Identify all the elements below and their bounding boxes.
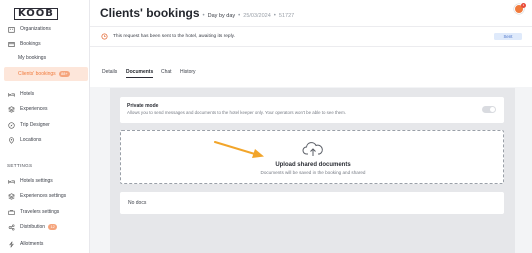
tab-history[interactable]: History bbox=[180, 69, 196, 78]
private-mode-card: Private mode Allows you to send messages… bbox=[120, 97, 504, 123]
layers-icon bbox=[7, 192, 16, 201]
private-mode-toggle[interactable] bbox=[482, 106, 496, 113]
sidebar-item-label: Distribution bbox=[20, 224, 46, 230]
status-notice: This request has been sent to the hotel,… bbox=[90, 27, 532, 47]
settings-section-title: SETTINGS bbox=[7, 163, 33, 168]
sidebar-item-label: My bookings bbox=[18, 55, 47, 61]
sidebar-item-label: Bookings bbox=[20, 41, 41, 47]
count-badge: 12 bbox=[48, 224, 58, 230]
breadcrumb-separator: • bbox=[273, 13, 276, 19]
sidebar-item-allotments[interactable]: Allotments bbox=[4, 237, 88, 251]
app-logo[interactable]: KOOB bbox=[14, 5, 58, 20]
sidebar-item-label: Trip Designer bbox=[20, 122, 50, 128]
sidebar-item-experiences-settings[interactable]: Experiences settings bbox=[4, 189, 88, 203]
location-pin-icon bbox=[7, 136, 16, 145]
sidebar: KOOB Organizations Bookings My bookings … bbox=[0, 0, 90, 253]
notification-badge: 1 bbox=[521, 3, 526, 8]
notice-text: This request has been sent to the hotel,… bbox=[113, 34, 236, 39]
sidebar-item-label: Locations bbox=[20, 137, 42, 143]
breadcrumb-booking-id: 51727 bbox=[278, 13, 295, 19]
building-icon bbox=[7, 25, 16, 34]
sidebar-item-label: Experiences bbox=[20, 106, 48, 112]
sidebar-item-clients-bookings[interactable]: Clients' bookings 88+ bbox=[4, 67, 88, 81]
sidebar-item-locations[interactable]: Locations bbox=[4, 133, 88, 147]
cloud-upload-icon bbox=[302, 142, 323, 156]
sidebar-item-trip-designer[interactable]: Trip Designer bbox=[4, 118, 88, 132]
tab-documents[interactable]: Documents bbox=[126, 69, 154, 78]
empty-state-text: No docs bbox=[128, 200, 147, 206]
clock-history-icon bbox=[101, 33, 108, 40]
compass-icon bbox=[7, 121, 16, 130]
sidebar-item-my-bookings[interactable]: My bookings bbox=[4, 51, 88, 65]
sidebar-item-label: Hotels bbox=[20, 91, 35, 97]
private-mode-title: Private mode bbox=[127, 103, 159, 109]
sidebar-item-organizations[interactable]: Organizations bbox=[4, 22, 88, 36]
sidebar-item-hotels-settings[interactable]: Hotels settings bbox=[4, 174, 88, 188]
private-mode-description: Allows you to send messages and document… bbox=[127, 110, 346, 115]
layers-icon bbox=[7, 105, 16, 114]
breadcrumb: Clients' bookings • Day by day • 25/03/2… bbox=[100, 6, 294, 20]
lightning-icon bbox=[7, 240, 16, 249]
sidebar-item-travelers-settings[interactable]: Travelers settings bbox=[4, 205, 88, 219]
page-header: Clients' bookings • Day by day • 25/03/2… bbox=[90, 0, 532, 27]
page-title: Clients' bookings bbox=[100, 6, 200, 20]
upload-dropzone[interactable]: Upload shared documents Documents will b… bbox=[120, 130, 504, 184]
sidebar-item-label: Experiences settings bbox=[20, 193, 67, 199]
sidebar-item-hotels[interactable]: Hotels bbox=[4, 87, 88, 101]
travelers-icon bbox=[7, 208, 16, 217]
sidebar-item-bookings[interactable]: Bookings bbox=[4, 37, 88, 51]
sidebar-item-label: Allotments bbox=[20, 241, 44, 247]
sidebar-item-experiences[interactable]: Experiences bbox=[4, 102, 88, 116]
tab-chat[interactable]: Chat bbox=[161, 69, 172, 78]
sidebar-item-label: Organizations bbox=[20, 26, 51, 32]
breadcrumb-date: 25/03/2024 bbox=[243, 13, 271, 19]
sidebar-item-label: Clients' bookings bbox=[18, 71, 56, 77]
sidebar-item-distribution[interactable]: Distribution 12 bbox=[4, 220, 88, 234]
sidebar-item-label: Travelers settings bbox=[20, 209, 60, 215]
distribution-icon bbox=[7, 223, 16, 232]
tabs-bar: Details Documents Chat History bbox=[90, 47, 532, 87]
breadcrumb-separator: • bbox=[238, 13, 241, 19]
tab-details[interactable]: Details bbox=[102, 69, 117, 78]
bed-icon bbox=[7, 90, 16, 99]
breadcrumb-separator: • bbox=[202, 13, 205, 19]
upload-subtitle: Documents will be saved in the booking a… bbox=[260, 170, 366, 175]
count-badge: 88+ bbox=[58, 71, 71, 77]
arrow-annotation-icon bbox=[214, 141, 264, 158]
breadcrumb-day-by-day[interactable]: Day by day bbox=[208, 13, 236, 19]
bed-icon bbox=[7, 177, 16, 186]
upload-title: Upload shared documents bbox=[275, 162, 351, 168]
sidebar-item-label: Hotels settings bbox=[20, 178, 53, 184]
sent-status-button[interactable]: Sent bbox=[494, 33, 522, 40]
bookings-icon bbox=[7, 40, 16, 49]
documents-list: No docs bbox=[120, 192, 504, 214]
